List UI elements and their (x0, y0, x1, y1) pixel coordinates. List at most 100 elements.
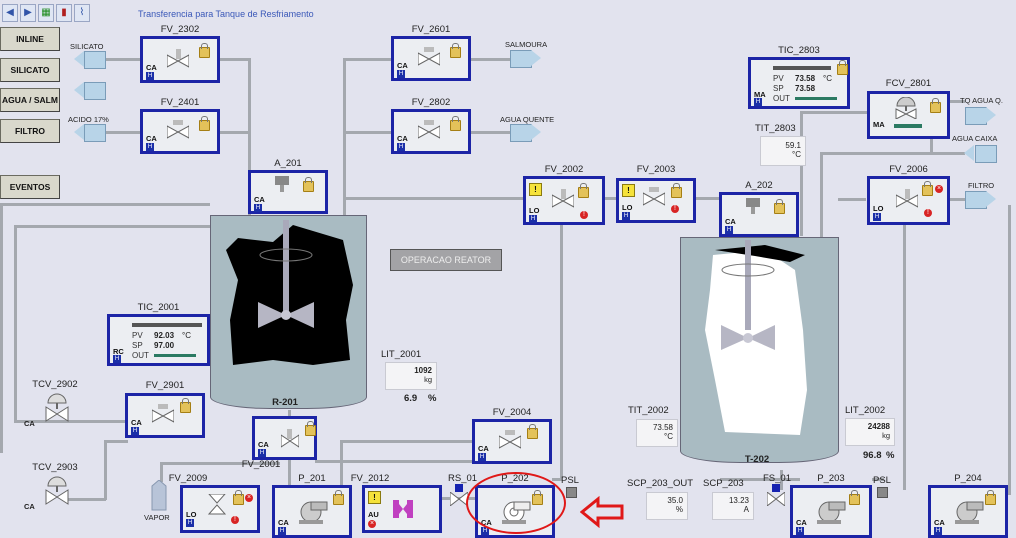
agua-salm-button[interactable]: AGUA / SALM (0, 88, 60, 112)
operacao-reator-button[interactable]: OPERACAO REATOR (390, 249, 502, 271)
agitator-motor-icon (275, 176, 289, 192)
valve-icon (152, 404, 174, 423)
filtro-button[interactable]: FILTRO (0, 119, 60, 143)
lit2002-unit: kg (882, 431, 890, 440)
fault-icon: ! (231, 516, 239, 524)
grid-icon[interactable]: ▦ (38, 4, 54, 22)
fv2001-valve[interactable]: CA H (252, 416, 317, 460)
tic2803-label: TIC_2803 (778, 45, 820, 56)
forward-icon[interactable]: ▶ (20, 4, 36, 22)
tcv2903-label: TCV_2903 (32, 462, 78, 473)
lock-icon (527, 424, 538, 439)
fv2012-valve[interactable]: ! AU × (362, 485, 442, 533)
hand-icon: H (146, 143, 154, 151)
fault-icon: ! (924, 209, 932, 217)
salmoura-source-label: SALMOURA (505, 40, 548, 49)
fv2901-valve[interactable]: CA H (125, 393, 205, 438)
fv2601-label: FV_2601 (411, 24, 451, 35)
vapor-label: VAPOR (144, 513, 170, 522)
chart-icon[interactable]: ⌇ (74, 4, 90, 22)
pipe (800, 111, 870, 114)
lock-icon (305, 421, 316, 436)
mode-text: AU (368, 510, 379, 519)
tic2001-controller[interactable]: PV 92.03 °C SP 97.00 OUT RC H (107, 314, 210, 366)
hand-icon: H (725, 226, 733, 234)
mode-text: LO (186, 510, 197, 519)
eventos-button[interactable]: EVENTOS (0, 175, 60, 199)
a202-agitator[interactable]: CA H (719, 192, 799, 237)
pipe (343, 58, 346, 218)
acido-source-tag (84, 124, 106, 142)
pipe (820, 152, 823, 237)
scp203out-value: 35.0 (667, 496, 683, 505)
tic2001-bar (132, 323, 202, 327)
p204-pump[interactable]: CA H (928, 485, 1008, 538)
hand-icon: H (146, 72, 154, 80)
pipe (345, 197, 523, 200)
hand-icon: H (113, 355, 121, 363)
fv2009-valve[interactable]: LO H × ! (180, 485, 260, 533)
fv2006-valve[interactable]: LO H × ! (867, 176, 950, 225)
hand-icon: H (397, 70, 405, 78)
fv2601-valve[interactable]: CA H (391, 36, 471, 81)
lit2002-label: LIT_2002 (845, 405, 886, 416)
pipe (0, 203, 210, 206)
warning-icon: ! (529, 183, 542, 196)
tic2803-controller[interactable]: PV 73.58 °C SP 73.58 OUT MA H (748, 57, 850, 109)
fs01-valve-icon[interactable] (767, 492, 785, 506)
lock-icon (450, 116, 461, 131)
lit2001-pct: 6.9 (404, 393, 418, 404)
tic2803-bar (773, 66, 831, 70)
warning-icon: ! (622, 184, 635, 197)
output-bar (894, 124, 922, 128)
fv2901-label: FV_2901 (145, 380, 185, 391)
trend-icon[interactable]: ▮ (56, 4, 72, 22)
tq-agua-source-tag (965, 107, 987, 125)
lit2002-pct-unit: % (886, 450, 895, 461)
fv2002-label: FV_2002 (544, 164, 584, 175)
valve-icon (418, 47, 440, 66)
control-valve-icon (895, 97, 917, 119)
fv2002-valve[interactable]: ! LO H ! (523, 176, 605, 225)
tit2002-readout: 73.58 °C (636, 419, 678, 447)
p201-pump[interactable]: CA H (272, 485, 352, 538)
pipe (340, 440, 475, 443)
tit2803-readout: 59.1 °C (760, 136, 806, 166)
fcv2801-valve[interactable]: MA (867, 91, 950, 139)
hand-icon: H (796, 527, 804, 535)
lit2002-value: 24288 (867, 422, 890, 431)
pipe (345, 58, 391, 61)
tcv2903-valve-icon[interactable] (44, 476, 70, 506)
p203-pump[interactable]: CA H (790, 485, 872, 538)
tcv2903-mode: CA (24, 502, 35, 511)
fv2302-valve[interactable]: CA H (140, 36, 220, 83)
fv2004-valve[interactable]: CA H (472, 419, 552, 464)
pipe (160, 462, 163, 482)
scp203out-readout: 35.0 % (646, 492, 688, 520)
arrow-icon (74, 82, 84, 98)
pipe (903, 210, 906, 490)
back-icon[interactable]: ◀ (2, 4, 18, 22)
fs01-indicator (772, 484, 780, 492)
rs01-indicator (455, 484, 463, 492)
lock-icon (303, 177, 314, 192)
pipe (220, 131, 250, 134)
pipe (103, 131, 141, 134)
agua-caixa-arrow-icon (964, 145, 974, 161)
tcv2902-valve-icon[interactable] (44, 393, 70, 423)
valve-icon (418, 120, 440, 139)
fv2401-valve[interactable]: CA H (140, 109, 220, 154)
fv2003-valve[interactable]: ! LO H ! (616, 178, 696, 223)
silicato-button[interactable]: SILICATO (0, 58, 60, 82)
a201-agitator[interactable]: CA H (248, 170, 328, 214)
agua-quente-source-label: AGUA QUENTE (500, 115, 555, 124)
tic2803-pv-unit: °C (823, 74, 832, 83)
p204-label: P_204 (954, 473, 982, 484)
pipe (0, 203, 3, 453)
acido-arrow-icon (74, 124, 84, 140)
inline-button[interactable]: INLINE (0, 27, 60, 51)
filtro-arrow-icon (986, 191, 996, 207)
fv2802-valve[interactable]: CA H (391, 109, 471, 154)
mode-text: CA (258, 440, 269, 449)
p201-label: P_201 (298, 473, 326, 484)
